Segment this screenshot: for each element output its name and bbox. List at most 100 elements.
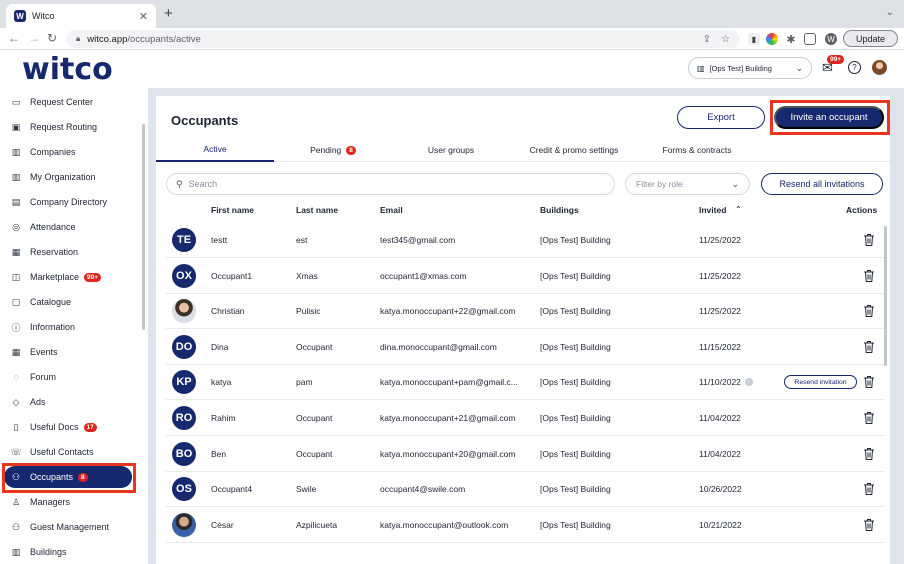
extensions-puzzle-icon[interactable]: ✱ (785, 33, 797, 46)
tab-forms-contracts[interactable]: Forms & contracts (638, 138, 756, 162)
resend-invitation-button[interactable]: Resend invitation (784, 375, 857, 390)
building-selector[interactable]: ▥ [Ops Test] Building ⌄ (688, 57, 812, 79)
info-icon[interactable]: i (744, 378, 753, 387)
sidebar-item-ads[interactable]: ◇ Ads (4, 391, 132, 413)
browser-tab[interactable]: W Witco ✕ (6, 4, 156, 28)
back-icon[interactable]: ← (8, 31, 20, 45)
sidebar-item-useful-docs[interactable]: ▯ Useful Docs 17 (4, 416, 132, 438)
help-icon[interactable]: ? (848, 61, 861, 74)
trash-icon[interactable] (863, 233, 875, 247)
sidebar-scrollbar[interactable] (142, 124, 145, 330)
trash-icon[interactable] (863, 411, 875, 425)
sidebar-item-managers[interactable]: ♙ Managers (4, 491, 132, 513)
close-tab-icon[interactable]: ✕ (139, 10, 148, 23)
sidebar-item-my-organization[interactable]: ▥ My Organization (4, 166, 132, 188)
sidebar-item-label: Managers (30, 497, 71, 507)
invited-date-cell: 11/04/2022 (699, 413, 741, 423)
companies-icon: ▥ (11, 146, 21, 157)
extension-b-icon[interactable]: ▮ (748, 33, 760, 45)
tab-search-chevron-icon[interactable]: ⌄ (886, 7, 894, 18)
tab-badge: 8 (346, 145, 356, 155)
organization-icon: ▥ (11, 171, 21, 182)
sidebar-item-guest-management[interactable]: ⚇ Guest Management (4, 516, 132, 538)
trash-icon[interactable] (863, 518, 875, 532)
sidebar-item-information[interactable]: ⓘ Information (4, 316, 132, 338)
bookmark-star-icon[interactable]: ☆ (721, 34, 730, 45)
witco-favicon-icon: W (14, 10, 26, 22)
url-text: witco.app/occupants/active (87, 33, 201, 45)
table-row[interactable]: César Azpilicueta katya.monoccupant@outloo… (166, 507, 884, 543)
column-buildings[interactable]: Buildings (540, 205, 579, 215)
sidebar-item-marketplace[interactable]: ◫ Marketplace 99+ (4, 266, 132, 288)
last-name-cell: est (296, 235, 308, 245)
sidebar-item-catalogue[interactable]: ▢ Catalogue (4, 291, 132, 313)
sidebar-item-label: Useful Docs (30, 422, 79, 432)
tab-pending[interactable]: Pending 8 (274, 138, 392, 162)
last-name-cell: Swile (296, 484, 317, 495)
buildings-cell: [Ops Test] Building (540, 448, 611, 459)
sidebar-item-forum[interactable]: ◌ Forum (4, 366, 132, 388)
trash-icon[interactable] (863, 375, 875, 389)
trash-icon[interactable] (863, 269, 875, 283)
resend-all-invitations-button[interactable]: Resend all invitations (761, 173, 883, 195)
sidebar-item-request-center[interactable]: ▭ Request Center (4, 91, 132, 113)
export-button[interactable]: Export (677, 106, 765, 129)
search-input[interactable] (188, 179, 605, 189)
sort-ascending-icon[interactable]: ⌃ (735, 205, 742, 214)
share-icon[interactable]: ⇪ (703, 34, 711, 45)
avatar (172, 512, 196, 537)
extension-color-icon[interactable] (766, 33, 778, 45)
trash-icon[interactable] (863, 304, 875, 318)
table-row[interactable]: KP katya pam katya.monoccupant+pam@gmail.c.… (166, 364, 884, 401)
column-email[interactable]: Email (380, 205, 403, 215)
trash-icon[interactable] (863, 482, 875, 496)
table-row[interactable]: OX Occupant1 Xmas occupant1@xmas.com [Ops Te… (166, 258, 884, 294)
role-filter-select[interactable]: Filter by role ⌄ (625, 173, 750, 195)
address-bar[interactable]: 🔒︎ witco.app/occupants/active ⇪ ☆ (66, 30, 740, 48)
column-last-name[interactable]: Last name (296, 205, 338, 215)
side-panel-icon[interactable] (804, 33, 816, 45)
forward-icon[interactable]: → (28, 31, 40, 45)
witco-logo[interactable]: witco (22, 52, 113, 87)
search-field[interactable]: ⚲ (166, 173, 615, 195)
directory-icon: ▤ (11, 196, 21, 207)
table-row[interactable]: RO Rahim Occupant katya.monoccupant+21@gmai… (166, 400, 884, 436)
app-header: witco ▥ [Ops Test] Building ⌄ ✉ 99+ ? (0, 50, 904, 88)
sidebar-item-request-routing[interactable]: ▣ Request Routing (4, 116, 132, 138)
building-selector-value: [Ops Test] Building (709, 63, 772, 73)
trash-icon[interactable] (863, 447, 875, 461)
table-row[interactable]: TE testt est test345@gmail.com [Ops Test] Bu… (166, 222, 884, 258)
first-name-cell: Christian (211, 306, 245, 317)
tab-active[interactable]: Active (156, 138, 274, 162)
sidebar-item-reservation[interactable]: ▦ Reservation (4, 241, 132, 263)
buildings-cell: [Ops Test] Building (540, 270, 611, 281)
sidebar-item-company-directory[interactable]: ▤ Company Directory (4, 191, 132, 213)
table-row[interactable]: Christian Pulisic katya.monoccupant+22@gma… (166, 293, 884, 330)
role-filter-placeholder: Filter by role (636, 179, 683, 189)
occupants-panel: Occupants Export Invite an occupant Acti… (156, 96, 890, 564)
browser-update-button[interactable]: Update (843, 30, 898, 47)
table-row[interactable]: DO Dina Occupant dina.monoccupant@gmail.com… (166, 329, 884, 365)
sidebar-item-label: Reservation (30, 247, 79, 257)
avatar: OS (172, 477, 196, 502)
sidebar-item-companies[interactable]: ▥ Companies (4, 141, 132, 163)
tab-user-groups[interactable]: User groups (392, 138, 510, 162)
profile-avatar[interactable]: W (825, 33, 837, 45)
new-tab-icon[interactable]: + (164, 5, 173, 22)
sidebar-item-useful-contacts[interactable]: ☏ Useful Contacts (4, 441, 132, 463)
table-scrollbar[interactable] (884, 226, 887, 366)
user-avatar[interactable] (872, 60, 887, 75)
tab-credit-promo-settings[interactable]: Credit & promo settings (510, 138, 638, 162)
column-invited[interactable]: Invited (699, 205, 726, 215)
first-name-cell: Rahim (211, 413, 236, 423)
table-row[interactable]: OS Occupant4 Swile occupant4@swile.com [Ops … (166, 471, 884, 508)
first-name-cell: Occupant1 (211, 270, 253, 281)
sidebar-item-attendance[interactable]: ◎ Attendance (4, 216, 132, 238)
reload-icon[interactable]: ↻ (47, 31, 57, 45)
column-first-name[interactable]: First name (211, 205, 254, 215)
table-row[interactable]: BO Ben Occupant katya.monoccupant+20@gmail.… (166, 436, 884, 472)
sidebar-item-events[interactable]: ▦ Events (4, 341, 132, 363)
sidebar-item-label: Information (30, 322, 76, 332)
trash-icon[interactable] (863, 340, 875, 354)
sidebar-item-buildings[interactable]: ▥ Buildings (4, 541, 132, 563)
